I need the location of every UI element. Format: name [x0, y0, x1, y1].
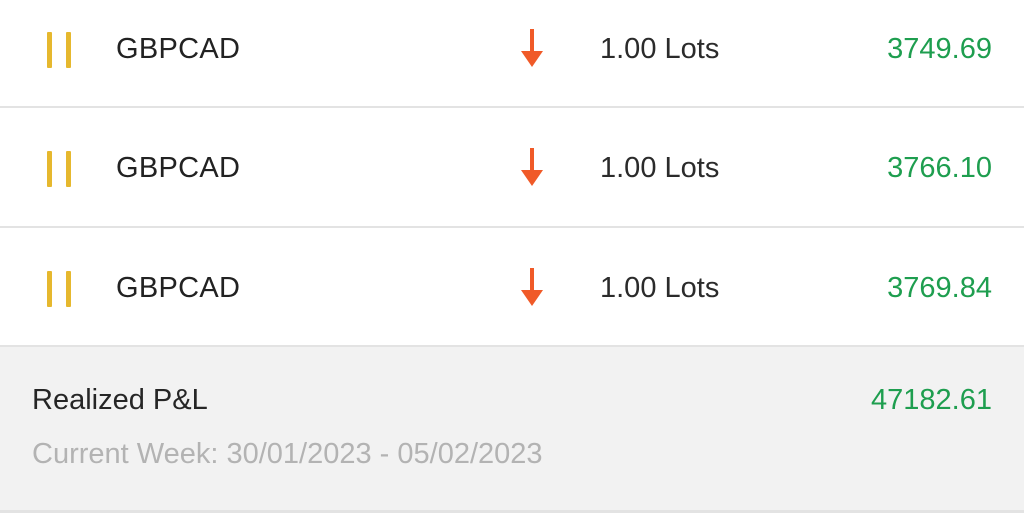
- pause-icon: [44, 271, 74, 307]
- trade-symbol: GBPCAD: [116, 272, 241, 304]
- pause-icon: [44, 32, 74, 68]
- trade-list: GBPCAD 1.00 Lots 3749.69 GBPCAD 1.00 Lot…: [0, 0, 1024, 347]
- realized-pnl-value: 47182.61: [871, 384, 992, 416]
- trade-lots: 1.00 Lots: [600, 272, 720, 304]
- trade-symbol: GBPCAD: [116, 33, 241, 65]
- realized-pnl-summary: Realized P&L 47182.61 Current Week: 30/0…: [0, 347, 1024, 513]
- arrow-down-icon: [521, 268, 543, 306]
- pause-icon: [44, 151, 74, 187]
- summary-period: Current Week: 30/01/2023 - 05/02/2023: [32, 438, 543, 470]
- arrow-down-icon: [521, 29, 543, 67]
- trade-row[interactable]: GBPCAD 1.00 Lots 3769.84: [0, 228, 1024, 347]
- trade-lots: 1.00 Lots: [600, 33, 720, 65]
- trade-lots: 1.00 Lots: [600, 152, 720, 184]
- trade-amount: 3749.69: [887, 33, 992, 65]
- trade-row[interactable]: GBPCAD 1.00 Lots 3766.10: [0, 108, 1024, 228]
- arrow-down-icon: [521, 148, 543, 186]
- trade-row[interactable]: GBPCAD 1.00 Lots 3749.69: [0, 0, 1024, 108]
- realized-pnl-label: Realized P&L: [32, 384, 208, 416]
- trade-symbol: GBPCAD: [116, 152, 241, 184]
- trade-amount: 3766.10: [887, 152, 992, 184]
- trade-amount: 3769.84: [887, 272, 992, 304]
